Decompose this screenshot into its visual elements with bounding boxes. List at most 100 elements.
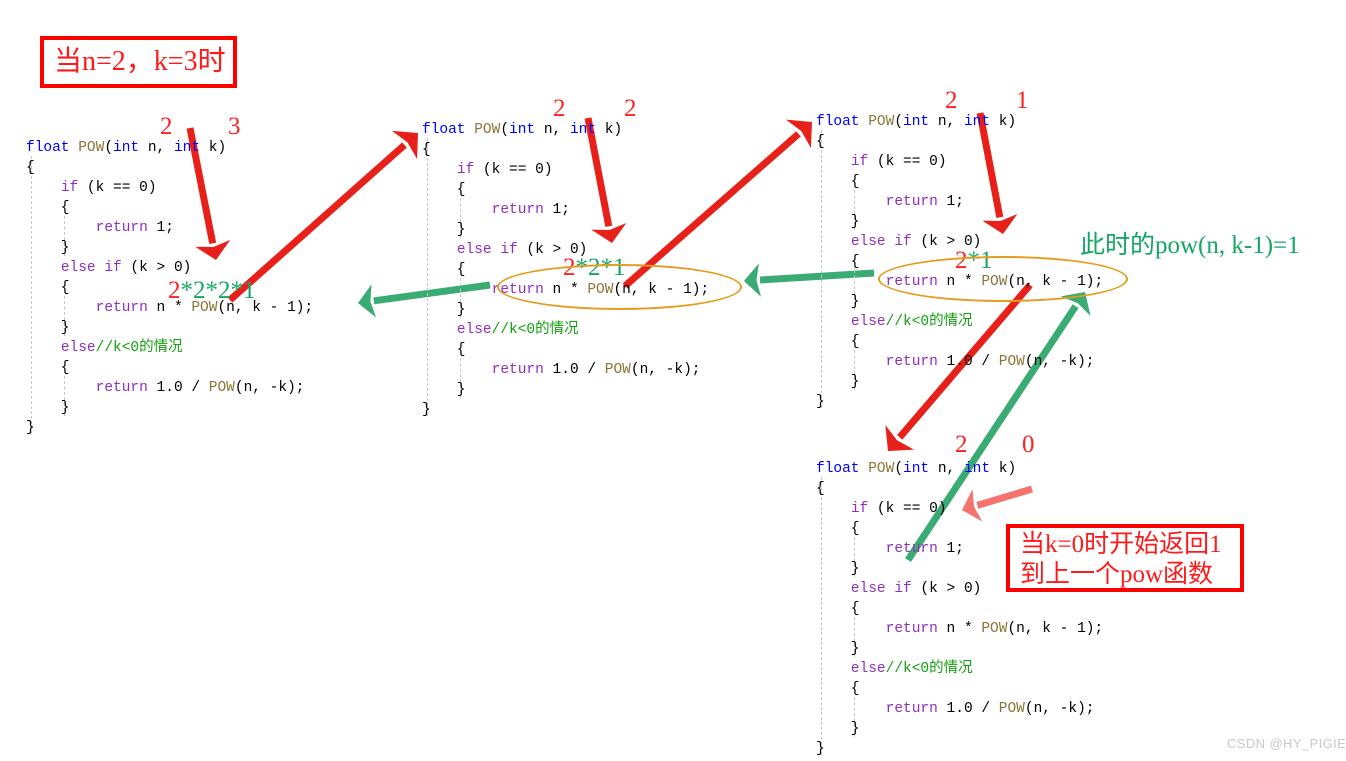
code-line: return 1; (816, 192, 1103, 212)
csdn-watermark: CSDN @HY_PIGIE (1227, 736, 1346, 751)
code-token-pl: } (422, 222, 466, 238)
code-token-pl: n, (929, 461, 964, 477)
code-token-kw: float (422, 122, 466, 138)
code-token-fn: POW (208, 380, 235, 396)
code-token-pl: 1.0 / (147, 380, 209, 396)
pow-call-block-4: float POW(int n, int k){ if (k == 0) { r… (816, 459, 1103, 759)
code-token-pl: (n, -k); (630, 362, 701, 378)
code-token-pl: (n, -k); (1024, 354, 1095, 370)
code-token-pl: n, (929, 114, 964, 130)
code-token-kw: int (903, 114, 930, 130)
code-token-pl: } (26, 400, 70, 416)
code-line: { (816, 132, 1103, 152)
code-line: } (26, 418, 313, 438)
code-line: { (816, 599, 1103, 619)
arrow-head (786, 119, 812, 149)
code-token-ctl: else (850, 661, 886, 677)
code-token-pl: } (816, 294, 860, 310)
code-line: else//k<0的情况 (816, 659, 1103, 679)
code-line: return 1.0 / POW(n, -k); (422, 360, 709, 380)
code-token-pl: } (26, 240, 70, 256)
code-token-cmt: //k<0的情况 (491, 322, 579, 338)
code-line: } (816, 639, 1103, 659)
code-line: return 1; (422, 200, 709, 220)
code-token-pl: k) (596, 122, 623, 138)
code-token-fn: POW (868, 114, 895, 130)
code-token-pl: 1; (937, 194, 964, 210)
code-token-pl: { (816, 334, 860, 350)
code-line: } (816, 372, 1103, 392)
code-token-pl: 1.0 / (937, 701, 999, 717)
code-token-pl: { (816, 254, 860, 270)
code-token-pl: } (816, 394, 825, 410)
code-line: return n * POW(n, k - 1); (816, 619, 1104, 639)
code-token-pl: { (816, 174, 860, 190)
code-token-fn: POW (981, 621, 1008, 637)
code-token-kw: int (569, 122, 597, 138)
code-token-kw: int (963, 114, 991, 130)
code-token-kw: int (963, 461, 991, 477)
code-token-pl: (n, k - 1); (1007, 621, 1104, 637)
code-token-kw: int (113, 140, 140, 156)
code-token-pl: { (422, 342, 466, 358)
code-token-ctl: else if (850, 581, 912, 597)
code-line: { (422, 180, 709, 200)
code-token-pl: n * (937, 621, 982, 637)
code-token-pl: } (422, 402, 431, 418)
code-line: { (816, 519, 1103, 539)
code-line: return 1; (26, 218, 313, 238)
code-token-pl: } (816, 641, 860, 657)
code-token-pl: (k > 0) (121, 260, 192, 276)
code-token-pl: 1; (937, 541, 964, 557)
arrow-head (885, 425, 915, 451)
code-line: { (816, 679, 1103, 699)
code-token-pl: n, (139, 140, 174, 156)
product-base-value: 2 (168, 277, 181, 304)
param-n-value-annotation: 2 (945, 87, 958, 114)
code-line: return 1; (816, 539, 1103, 559)
code-line: float POW(int n, int k) (26, 138, 313, 158)
code-line: { (26, 158, 313, 178)
param-n-value-annotation: 2 (553, 95, 566, 122)
title-callout-text: 当n=2，k=3时 (54, 46, 226, 77)
code-token-kw: float (816, 461, 860, 477)
code-token-fn: POW (474, 122, 501, 138)
product-tail-value: *2*2*1 (180, 277, 256, 304)
code-token-pl: } (816, 721, 860, 737)
code-line: else if (k > 0) (816, 579, 1103, 599)
code-token-cmt: //k<0的情况 (885, 661, 973, 677)
arrow-head (391, 130, 418, 160)
code-token-pl: 1.0 / (543, 362, 605, 378)
code-line: } (816, 392, 1103, 412)
code-token-pl: } (816, 561, 860, 577)
product-expression-annotation: 2*2*2*1 (168, 278, 256, 303)
code-token-pl: { (26, 160, 35, 176)
code-line: else//k<0的情况 (422, 320, 709, 340)
code-token-pl: (k > 0) (911, 581, 982, 597)
param-n-value-annotation: 2 (955, 431, 968, 458)
code-line: float POW(int n, int k) (816, 112, 1103, 132)
code-line: { (816, 332, 1103, 352)
code-token-kw: float (26, 140, 70, 156)
code-token-pl: 1; (543, 202, 570, 218)
code-line: } (816, 559, 1103, 579)
code-line: if (k == 0) (26, 178, 313, 198)
